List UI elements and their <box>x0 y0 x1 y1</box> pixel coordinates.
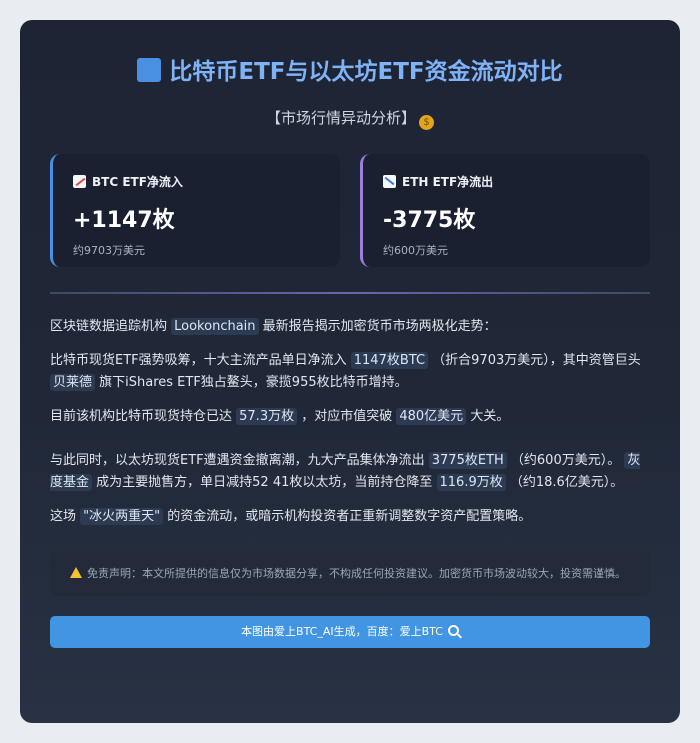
btc-stat-label-text: BTC ETF净流入 <box>92 175 183 189</box>
text-span: （约18.6亿美元）。 <box>505 475 624 490</box>
highlight-eth-holdings: 116.9万枚 <box>436 474 506 491</box>
section-divider <box>50 292 650 294</box>
warning-icon <box>70 567 82 578</box>
eth-stat-label-text: ETH ETF净流出 <box>402 175 494 189</box>
page-title: 比特币ETF与以太坊ETF资金流动对比 <box>50 52 650 86</box>
highlight-blackrock: 贝莱德 <box>50 374 96 391</box>
magnifier-icon <box>447 625 459 636</box>
text-span: 与此同时，以太坊现货ETF遭遇资金撤离潮，九大产品集体净流出 <box>50 453 429 468</box>
page-subtitle-text: 【市场行情异动分析】 <box>265 109 416 127</box>
disclaimer-text: 免责声明：本文所提供的信息仅为市场数据分享，不构成任何投资建议。加密货币市场波动… <box>87 567 626 580</box>
stats-row: BTC ETF净流入 +1147枚 约9703万美元 ETH ETF净流出 -3… <box>50 154 650 267</box>
eth-stat-sub: 约600万美元 <box>383 244 448 257</box>
text-span: 大关。 <box>466 409 510 424</box>
highlight-btc-amount: 1147枚BTC <box>350 352 429 369</box>
paragraph-btc-inflow: 比特币现货ETF强势吸筹，十大主流产品单日净流入 1147枚BTC （折合970… <box>50 350 650 394</box>
eth-stat-value: -3775枚 <box>383 208 476 233</box>
btc-stat-card: BTC ETF净流入 +1147枚 约9703万美元 <box>50 154 340 267</box>
text-span: （折合9703万美元），其中资管巨头 <box>428 353 641 368</box>
text-span: 最新报告揭示加密货币市场两极化走势： <box>258 319 497 334</box>
paragraph-conclusion: 这场 "冰火两重天" 的资金流动，或暗示机构投资者正重新调整数字资产配置策略。 <box>50 506 650 528</box>
highlight-phrase: "冰火两重天" <box>80 508 164 525</box>
text-span: 旗下iShares ETF独占鳌头，豪揽955枚比特币增持。 <box>95 375 408 390</box>
article-body: 区块链数据追踪机构 Lookonchain 最新报告揭示加密货币市场两极化走势：… <box>50 316 650 528</box>
eth-stat-label: ETH ETF净流出 <box>383 173 630 190</box>
money-bag-icon: $ <box>419 115 434 130</box>
text-span: ，对应市值突破 <box>297 409 397 424</box>
highlight-lookonchain: Lookonchain <box>171 318 259 335</box>
highlight-holdings: 57.3万枚 <box>236 408 298 425</box>
btc-stat-value: +1147枚 <box>73 208 175 233</box>
paragraph-btc-holdings: 目前该机构比特币现货持仓已达 57.3万枚 ，对应市值突破 480亿美元 大关。 <box>50 406 650 428</box>
page-subtitle: 【市场行情异动分析】 $ <box>50 107 650 130</box>
btc-stat-label: BTC ETF净流入 <box>73 173 320 190</box>
page-title-text: 比特币ETF与以太坊ETF资金流动对比 <box>169 59 563 85</box>
footer-text: 本图由爱上BTC_AI生成，百度：爱上BTC <box>241 625 443 638</box>
blue-square-icon <box>137 58 162 82</box>
footer-banner: 本图由爱上BTC_AI生成，百度：爱上BTC <box>50 616 650 648</box>
disclaimer-box: 免责声明：本文所提供的信息仅为市场数据分享，不构成任何投资建议。加密货币市场波动… <box>50 552 650 596</box>
text-span: 成为主要抛售方，单日减持52 41枚以太坊，当前持仓降至 <box>92 475 437 490</box>
chart-up-icon <box>73 175 86 188</box>
paragraph-source: 区块链数据追踪机构 Lookonchain 最新报告揭示加密货币市场两极化走势： <box>50 316 650 338</box>
eth-stat-card: ETH ETF净流出 -3775枚 约600万美元 <box>360 154 650 267</box>
text-span: 比特币现货ETF强势吸筹，十大主流产品单日净流入 <box>50 353 351 368</box>
text-span: 区块链数据追踪机构 <box>50 319 172 334</box>
btc-stat-sub: 约9703万美元 <box>73 244 145 257</box>
text-span: 目前该机构比特币现货持仓已达 <box>50 409 237 424</box>
highlight-eth-amount: 3775枚ETH <box>428 452 507 469</box>
paragraph-eth-outflow: 与此同时，以太坊现货ETF遭遇资金撤离潮，九大产品集体净流出 3775枚ETH … <box>50 450 650 494</box>
highlight-market-value: 480亿美元 <box>396 408 467 425</box>
text-span: （约600万美元）。 <box>506 453 625 468</box>
chart-down-icon <box>383 175 396 188</box>
text-span: 的资金流动，或暗示机构投资者正重新调整数字资产配置策略。 <box>163 509 532 524</box>
report-card: 比特币ETF与以太坊ETF资金流动对比 【市场行情异动分析】 $ BTC ETF净… <box>20 20 680 723</box>
text-span: 这场 <box>50 509 81 524</box>
